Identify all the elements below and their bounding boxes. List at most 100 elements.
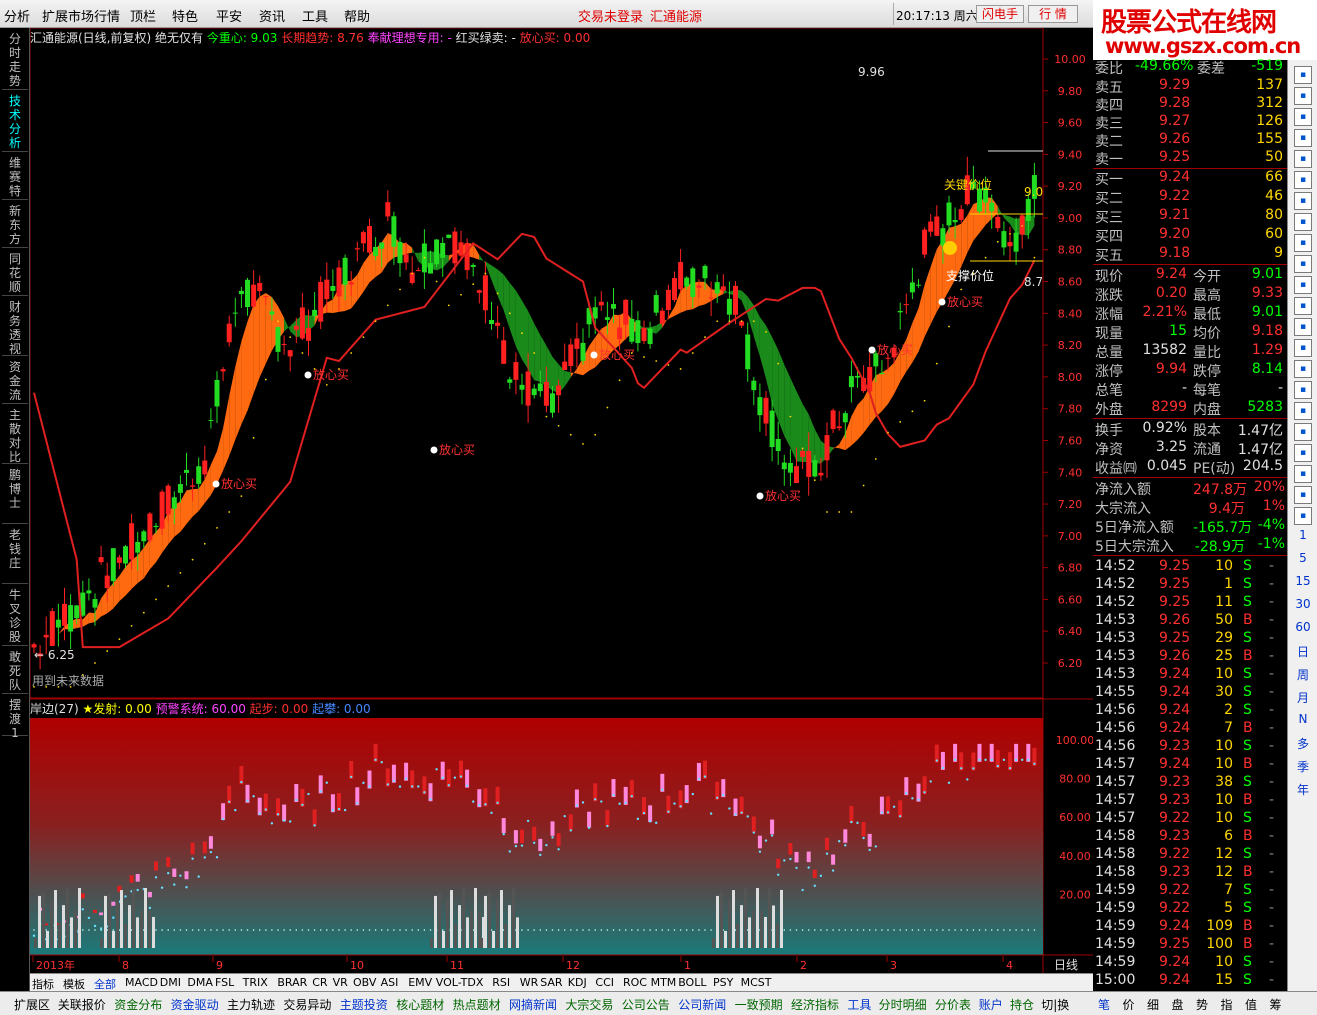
tool-icon[interactable]: ▪ [1294, 255, 1312, 273]
indicator-tab[interactable]: ASI [381, 976, 399, 989]
sidebar-tab-12[interactable]: 摆渡1 [2, 696, 28, 740]
flash-trade-button[interactable]: 闪电手 [976, 5, 1024, 23]
sidebar-tab-10[interactable]: 牛叉诊股 [2, 586, 28, 646]
bottom-tab[interactable]: 账户 [979, 996, 1003, 1013]
tool-icon[interactable]: ▪ [1294, 276, 1312, 294]
period-button[interactable]: 60 [1288, 620, 1317, 634]
tool-icon[interactable]: ▪ [1294, 423, 1312, 441]
sidebar-tab-11[interactable]: 敢死队 [2, 648, 28, 694]
indicator-tab[interactable]: RSI [492, 976, 510, 989]
sidebar-tab-1[interactable]: 技术分析 [2, 92, 28, 152]
tool-icon[interactable]: ▪ [1294, 66, 1312, 84]
period-button[interactable]: 日 [1288, 643, 1317, 660]
menu-ext-market[interactable]: 扩展市场行情 [42, 6, 120, 25]
menu-special[interactable]: 特色 [172, 6, 198, 25]
bottom-tab[interactable]: 资金分布 [114, 996, 162, 1013]
right-bottom-tab[interactable]: 值 [1245, 996, 1257, 1013]
indicator-tab[interactable]: WR [520, 976, 539, 989]
period-button[interactable]: N [1288, 712, 1317, 726]
bottom-tab[interactable]: 扩展区 [14, 996, 50, 1013]
tool-icon[interactable]: ▪ [1294, 507, 1312, 525]
bottom-tab[interactable]: 关联报价 [58, 996, 106, 1013]
tool-icon[interactable]: ▪ [1294, 339, 1312, 357]
bottom-tab[interactable]: 大宗交易 [565, 996, 613, 1013]
sidebar-tab-8[interactable]: 鹏博士 [2, 466, 28, 524]
login-status[interactable]: 交易未登录 [578, 6, 643, 25]
menu-topbar[interactable]: 顶栏 [130, 6, 156, 25]
period-button[interactable]: 周 [1288, 666, 1317, 683]
indicator-tab[interactable]: EMV [408, 976, 432, 989]
sidebar-tab-9[interactable]: 老钱庄 [2, 526, 28, 584]
right-bottom-tab[interactable]: 细 [1147, 996, 1159, 1013]
indicator-tab[interactable]: CR [312, 976, 327, 989]
indicator-tab[interactable]: OBV [353, 976, 376, 989]
menu-analysis[interactable]: 分析 [4, 6, 30, 25]
sidebar-tab-0[interactable]: 分时走势 [2, 30, 28, 90]
bottom-tab[interactable]: 经济指标 [791, 996, 839, 1013]
indicator-tab[interactable]: 指标 [32, 976, 54, 992]
tool-icon[interactable]: ▪ [1294, 150, 1312, 168]
indicator-tab[interactable]: CCI [595, 976, 614, 989]
indicator-tab[interactable]: DMI [160, 976, 181, 989]
indicator-tab[interactable]: 模板 [63, 976, 85, 992]
bottom-tab[interactable]: 持仓 [1010, 996, 1034, 1013]
sidebar-tab-2[interactable]: 维赛特 [2, 154, 28, 200]
tool-icon[interactable]: ▪ [1294, 486, 1312, 504]
right-bottom-tab[interactable]: 指 [1221, 996, 1233, 1013]
indicator-tab[interactable]: PSY [713, 976, 733, 989]
indicator-tab[interactable]: MCST [741, 976, 772, 989]
indicator-tab[interactable]: DMA [187, 976, 213, 989]
tool-icon[interactable]: ▪ [1294, 297, 1312, 315]
period-button[interactable]: 5 [1288, 551, 1317, 565]
bottom-tab[interactable]: 热点题材 [453, 996, 501, 1013]
indicator-tab[interactable]: BRAR [277, 976, 307, 989]
period-button[interactable]: 季 [1288, 758, 1317, 775]
right-bottom-tab[interactable]: 筹 [1270, 996, 1282, 1013]
bottom-tab[interactable]: 网摘新闻 [509, 996, 557, 1013]
tool-icon[interactable]: ▪ [1294, 192, 1312, 210]
tool-icon[interactable]: ▪ [1294, 213, 1312, 231]
sidebar-tab-4[interactable]: 同花顺 [2, 250, 28, 296]
right-bottom-tab[interactable]: 势 [1196, 996, 1208, 1013]
indicator-tab[interactable]: FSL [215, 976, 234, 989]
bottom-tab[interactable]: 分时明细 [879, 996, 927, 1013]
bottom-tab[interactable]: 主题投资 [340, 996, 388, 1013]
menu-news[interactable]: 资讯 [259, 6, 285, 25]
sidebar-tab-3[interactable]: 新东方 [2, 202, 28, 248]
bottom-tab[interactable]: 核心题材 [396, 996, 444, 1013]
tool-icon[interactable]: ▪ [1294, 108, 1312, 126]
bottom-tab[interactable]: 公司新闻 [678, 996, 726, 1013]
period-button[interactable]: 月 [1288, 689, 1317, 706]
period-button[interactable]: 1 [1288, 528, 1317, 542]
tool-icon[interactable]: ▪ [1294, 171, 1312, 189]
sidebar-tab-5[interactable]: 财务透视 [2, 298, 28, 356]
menu-tools[interactable]: 工具 [302, 6, 328, 25]
right-bottom-tab[interactable]: 笔 [1098, 996, 1110, 1013]
bottom-tab[interactable]: 资金驱动 [171, 996, 219, 1013]
period-button[interactable]: 30 [1288, 597, 1317, 611]
menu-pingan[interactable]: 平安 [216, 6, 242, 25]
tool-icon[interactable]: ▪ [1294, 465, 1312, 483]
sidebar-tab-7[interactable]: 主散对比 [2, 406, 28, 464]
tool-icon[interactable]: ▪ [1294, 129, 1312, 147]
right-bottom-tab[interactable]: 盘 [1172, 996, 1184, 1013]
menu-help[interactable]: 帮助 [344, 6, 370, 25]
indicator-tab[interactable]: 全部 [94, 976, 116, 992]
sidebar-tab-6[interactable]: 资金流 [2, 358, 28, 404]
period-button[interactable]: 年 [1288, 781, 1317, 798]
tool-icon[interactable]: ▪ [1294, 234, 1312, 252]
indicator-tab[interactable]: SAR [540, 976, 562, 989]
indicator-tab[interactable]: BOLL [678, 976, 706, 989]
indicator-tab[interactable]: MTM [651, 976, 677, 989]
indicator-tab[interactable]: KDJ [568, 976, 587, 989]
tool-icon[interactable]: ▪ [1294, 444, 1312, 462]
indicator-tab[interactable]: MACD [125, 976, 158, 989]
tool-icon[interactable]: ▪ [1294, 318, 1312, 336]
bottom-tab[interactable]: 主力轨迹 [227, 996, 275, 1013]
indicator-tab[interactable]: ROC [623, 976, 647, 989]
bottom-tab[interactable]: 切|换 [1041, 996, 1069, 1013]
period-button[interactable]: 15 [1288, 574, 1317, 588]
indicator-tab[interactable]: TRIX [243, 976, 268, 989]
indicator-tab[interactable]: VR [333, 976, 348, 989]
bottom-tab[interactable]: 分价表 [935, 996, 971, 1013]
